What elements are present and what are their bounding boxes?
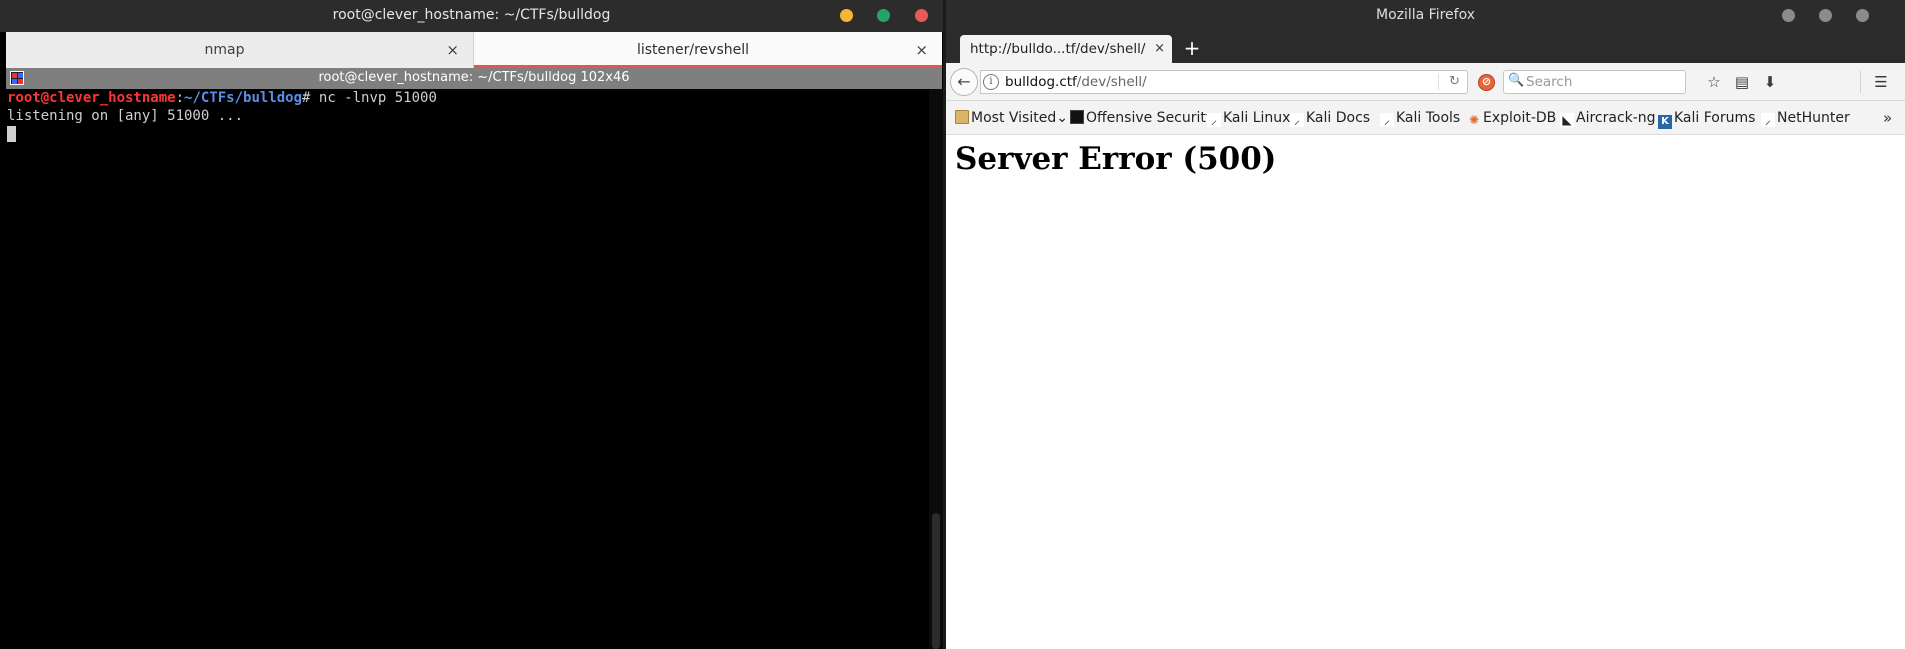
command-text: nc -lnvp 51000 [310,90,437,106]
close-window-button[interactable] [915,9,928,22]
search-placeholder: Search [1526,74,1573,90]
tab-close-icon[interactable]: × [1154,35,1165,63]
bookmark-aircrack-ng[interactable]: ◣ Aircrack-ng [1560,101,1656,135]
bookmarks-overflow-icon[interactable]: » [1883,101,1892,135]
terminal-session-bar: root@clever_hostname: ~/CTFs/bulldog 102… [6,68,942,89]
kali-dragon-icon: ⸝ [1290,113,1304,127]
url-text[interactable]: bulldog.ctf/dev/shell/ [1005,71,1147,93]
bookmark-offensive-security[interactable]: Offensive Security [1070,101,1214,135]
kali-dragon-icon: ⸝ [1761,113,1775,127]
terminal-output[interactable]: root@clever_hostname:~/CTFs/bulldog# nc … [6,89,926,649]
firefox-window: Mozilla Firefox http://bulldo...tf/dev/s… [946,0,1905,649]
kali-dragon-icon: ⸝ [1380,113,1394,127]
scrollbar-thumb[interactable] [932,513,940,649]
bookmark-most-visited[interactable]: Most Visited⌄ [955,101,1068,135]
prompt-line: root@clever_hostname:~/CTFs/bulldog# nc … [7,89,925,107]
bookmark-kali-docs[interactable]: ⸝ Kali Docs [1290,101,1370,135]
search-input[interactable]: 🔍 Search [1503,70,1686,94]
bookmark-exploit-db[interactable]: ✺ Exploit-DB [1467,101,1556,135]
terminal-window: root@clever_hostname: ~/CTFs/bulldog nma… [0,0,943,649]
bookmark-label: Kali Linux [1223,110,1291,126]
aircrack-icon: ◣ [1560,113,1574,127]
firefox-window-title: Mozilla Firefox [1375,7,1476,23]
tab-label: listener/revshell [636,42,750,58]
terminal-window-title: root@clever_hostname: ~/CTFs/bulldog [332,7,611,23]
url-host: bulldog.ctf [1005,74,1077,90]
bookmark-label: Kali Docs [1306,110,1371,126]
browser-tab-title: http://bulldo...tf/dev/shell/ [970,41,1146,57]
bookmarks-toolbar: Most Visited⌄ Offensive Security ⸝ Kali L… [946,101,1905,135]
maximize-button[interactable] [1819,9,1832,22]
tab-label: nmap [204,42,245,58]
maximize-button[interactable] [877,9,890,22]
page-title: Server Error (500) [955,141,1277,177]
hamburger-menu-icon[interactable]: ☰ [1870,71,1892,93]
prompt-user: root@clever_hostname [7,90,176,106]
offsec-icon [1070,110,1084,124]
chevron-down-icon: ⌄ [1056,110,1068,126]
addon-icon[interactable]: ⊘ [1478,74,1495,91]
terminal-titlebar[interactable]: root@clever_hostname: ~/CTFs/bulldog [0,0,943,32]
terminal-scrollbar[interactable] [929,89,943,649]
minimize-button[interactable] [840,9,853,22]
tab-close-icon[interactable]: × [446,32,459,68]
bookmark-kali-tools[interactable]: ⸝ Kali Tools [1380,101,1460,135]
bookmark-label: Kali Tools [1396,110,1461,126]
tab-close-icon[interactable]: × [915,32,928,68]
navigation-toolbar: ← i bulldog.ctf/dev/shell/ ↻ ⊘ 🔍 Search … [946,63,1905,101]
bookmark-label: Aircrack-ng [1576,110,1656,126]
terminal-tab-bar: nmap × listener/revshell × [6,32,942,68]
close-window-button[interactable] [1856,9,1869,22]
prompt-path: ~/CTFs/bulldog [184,90,303,106]
browser-tab[interactable]: http://bulldo...tf/dev/shell/ × [960,35,1172,63]
toolbar-separator [1860,71,1861,93]
bookmark-label: Offensive Security [1086,110,1215,126]
bookmark-label: Exploit-DB [1483,110,1557,126]
search-icon: 🔍 [1508,73,1525,88]
urlbar-separator [1438,74,1439,90]
download-icon[interactable]: ⬇ [1759,71,1781,93]
bookmark-label: NetHunter [1777,110,1850,126]
browser-tab-strip: http://bulldo...tf/dev/shell/ × + [946,32,1905,63]
text-cursor [7,126,16,142]
tab-listener-revshell[interactable]: listener/revshell × [474,32,942,68]
url-path: /dev/shell/ [1076,74,1147,90]
folder-icon [955,110,969,124]
tab-nmap[interactable]: nmap × [6,32,474,68]
firefox-titlebar[interactable]: Mozilla Firefox [946,0,1905,32]
exploitdb-icon: ✺ [1468,113,1480,127]
bookmark-star-icon[interactable]: ☆ [1703,71,1725,93]
terminal-session-title: root@clever_hostname: ~/CTFs/bulldog 102… [318,70,630,85]
prompt-colon: : [175,90,185,106]
bookmark-kali-forums[interactable]: K Kali Forums [1658,101,1755,135]
kali-dragon-icon: ⸝ [1207,113,1221,127]
bookmark-label: Most Visited [971,110,1057,126]
bookmarks-menu-icon[interactable]: ▤ [1731,71,1753,93]
site-info-icon[interactable]: i [983,74,999,90]
output-line: listening on [any] 51000 ... [7,108,244,124]
back-button[interactable]: ← [950,68,978,96]
bookmark-kali-linux[interactable]: ⸝ Kali Linux [1207,101,1290,135]
bookmark-nethunter[interactable]: ⸝ NetHunter [1761,101,1850,135]
new-tab-button[interactable]: + [1180,35,1204,61]
reload-icon[interactable]: ↻ [1449,71,1460,93]
page-content: Server Error (500) [946,135,1905,649]
bookmark-label: Kali Forums [1674,110,1756,126]
minimize-button[interactable] [1782,9,1795,22]
url-bar[interactable]: i bulldog.ctf/dev/shell/ ↻ [980,70,1468,94]
kali-forums-icon: K [1658,115,1672,129]
cursor-line [7,125,925,143]
